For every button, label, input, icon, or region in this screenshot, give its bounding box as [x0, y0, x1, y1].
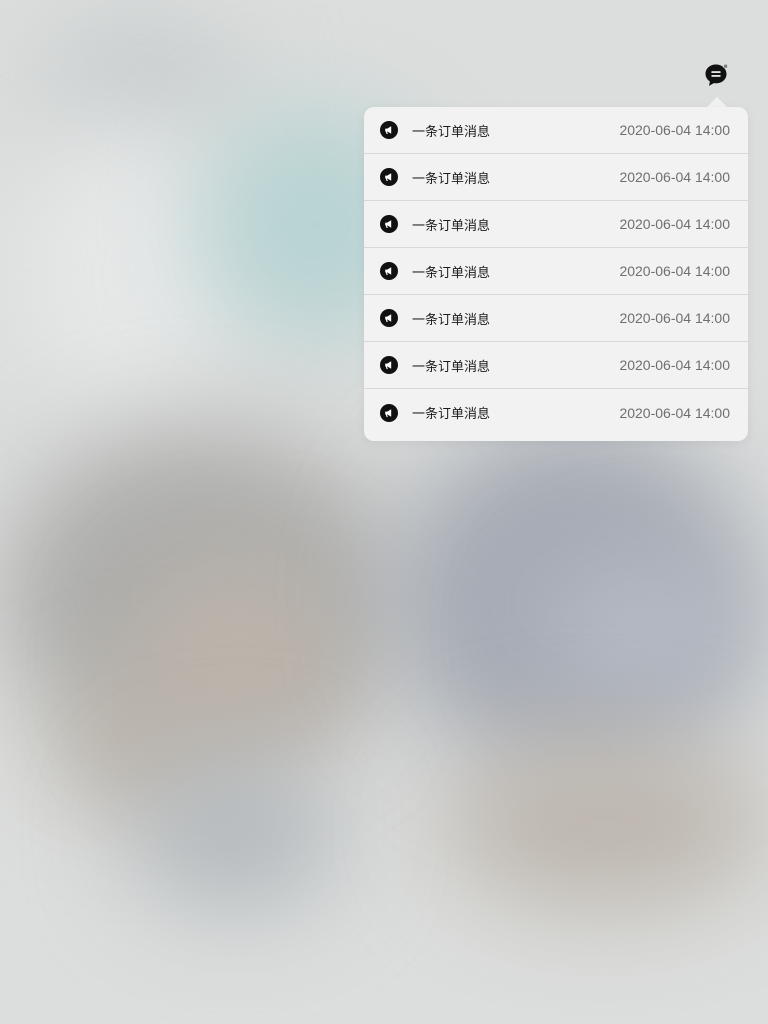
- notification-title: 一条订单消息: [412, 171, 491, 187]
- notifications-popover: 一条订单消息 2020-06-04 14:00 一条订单消息 2020-06-0…: [364, 107, 748, 441]
- chat-bubble-icon: [705, 63, 729, 86]
- notification-time: 2020-06-04 14:00: [619, 169, 730, 185]
- background-blur-shape: [440, 740, 768, 910]
- notification-time: 2020-06-04 14:00: [619, 216, 730, 232]
- background-blur-shape: [40, 20, 240, 140]
- notification-item[interactable]: 一条订单消息 2020-06-04 14:00: [364, 107, 748, 154]
- megaphone-icon: [380, 262, 398, 280]
- background-blur-shape: [20, 130, 240, 410]
- notification-item[interactable]: 一条订单消息 2020-06-04 14:00: [364, 342, 748, 389]
- notification-title: 一条订单消息: [412, 124, 491, 140]
- notification-time: 2020-06-04 14:00: [619, 263, 730, 279]
- megaphone-icon: [380, 168, 398, 186]
- notification-time: 2020-06-04 14:00: [619, 122, 730, 138]
- notification-list: 一条订单消息 2020-06-04 14:00 一条订单消息 2020-06-0…: [364, 107, 748, 436]
- megaphone-icon: [380, 121, 398, 139]
- blurred-background: 一条订单消息 2020-06-04 14:00 一条订单消息 2020-06-0…: [0, 0, 768, 1024]
- notification-item[interactable]: 一条订单消息 2020-06-04 14:00: [364, 154, 748, 201]
- notification-item[interactable]: 一条订单消息 2020-06-04 14:00: [364, 201, 748, 248]
- megaphone-icon: [380, 309, 398, 327]
- background-blur-shape: [130, 760, 340, 910]
- background-blur-shape: [130, 560, 350, 760]
- messages-button[interactable]: [703, 62, 729, 88]
- megaphone-icon: [380, 215, 398, 233]
- notification-title: 一条订单消息: [412, 265, 491, 281]
- notification-item[interactable]: 一条订单消息 2020-06-04 14:00: [364, 389, 748, 436]
- notification-item[interactable]: 一条订单消息 2020-06-04 14:00: [364, 248, 748, 295]
- notification-time: 2020-06-04 14:00: [619, 310, 730, 326]
- unread-dot: [723, 63, 729, 69]
- notification-item[interactable]: 一条订单消息 2020-06-04 14:00: [364, 295, 748, 342]
- notification-time: 2020-06-04 14:00: [619, 404, 730, 421]
- notification-title: 一条订单消息: [412, 218, 491, 234]
- background-blur-shape: [540, 560, 740, 700]
- notification-title: 一条订单消息: [412, 407, 491, 422]
- megaphone-icon: [380, 356, 398, 374]
- notification-time: 2020-06-04 14:00: [619, 357, 730, 373]
- megaphone-icon: [380, 403, 398, 422]
- notification-title: 一条订单消息: [412, 312, 491, 328]
- notification-title: 一条订单消息: [412, 359, 491, 375]
